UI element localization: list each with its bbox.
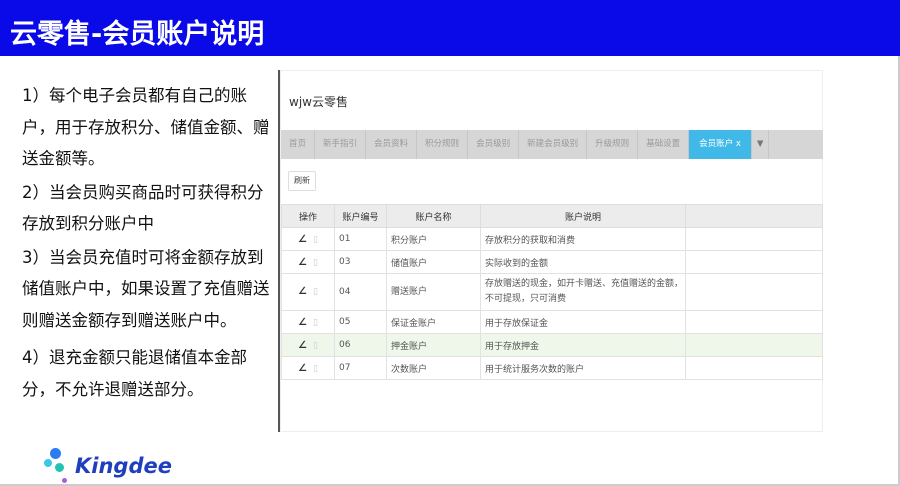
tab-upgrade-rules[interactable]: 升级规则 bbox=[587, 130, 639, 159]
account-code: 07 bbox=[334, 356, 387, 380]
table-row: ∠ ▯ 06 押金账户 用于存放押金 bbox=[281, 333, 823, 357]
account-name: 押金账户 bbox=[386, 333, 481, 357]
extra-cell bbox=[685, 227, 823, 251]
edit-icon[interactable]: ∠ bbox=[298, 317, 307, 328]
note-2: 2）当会员购买商品时可获得积分存放到积分账户中 bbox=[22, 182, 264, 234]
chevron-down-icon[interactable]: ▼ bbox=[752, 130, 770, 159]
account-desc: 用于存放押金 bbox=[480, 333, 686, 357]
edit-icon[interactable]: ∠ bbox=[298, 286, 307, 297]
account-name: 储值账户 bbox=[386, 250, 481, 274]
table-row: ∠ ▯ 07 次数账户 用于统计服务次数的账户 bbox=[281, 356, 823, 380]
account-desc: 用于存放保证金 bbox=[480, 310, 686, 334]
row-actions: ∠ ▯ bbox=[281, 333, 335, 357]
row-actions: ∠ ▯ bbox=[281, 227, 335, 251]
extra-cell bbox=[685, 333, 823, 357]
account-desc: 用于统计服务次数的账户 bbox=[480, 356, 686, 380]
col-actions: 操作 bbox=[281, 204, 335, 228]
row-actions: ∠ ▯ bbox=[281, 310, 335, 334]
edit-icon[interactable]: ∠ bbox=[298, 340, 307, 351]
tab-points-rules[interactable]: 积分规则 bbox=[417, 130, 469, 159]
app-title: wjw云零售 bbox=[289, 95, 348, 109]
refresh-button[interactable]: 刷新 bbox=[288, 171, 316, 191]
extra-cell bbox=[685, 310, 823, 334]
trash-icon[interactable]: ▯ bbox=[313, 364, 318, 374]
account-desc: 存放积分的获取和消费 bbox=[480, 227, 686, 251]
row-actions: ∠ ▯ bbox=[281, 273, 335, 311]
tab-bar: 首页 新手指引 会员资料 积分规则 会员级别 新建会员级别 升级规则 基础设置 … bbox=[281, 130, 823, 159]
tab-new-level[interactable]: 新建会员级别 bbox=[519, 130, 588, 159]
edit-icon[interactable]: ∠ bbox=[298, 257, 307, 268]
trash-icon[interactable]: ▯ bbox=[313, 318, 318, 328]
slide-title: 云零售-会员账户说明 bbox=[0, 0, 900, 56]
note-3: 3）当会员充值时可将金额存放到储值账户中，如果设置了充值赠送则赠送金额存到赠送账… bbox=[22, 247, 270, 330]
tab-basic-settings[interactable]: 基础设置 bbox=[638, 130, 690, 159]
account-code: 01 bbox=[334, 227, 387, 251]
row-actions: ∠ ▯ bbox=[281, 356, 335, 380]
extra-cell bbox=[685, 250, 823, 274]
account-desc: 存放赠送的现金，如开卡赠送、充值赠送的金额，不可提现，只可消费 bbox=[480, 273, 686, 311]
account-name: 赠送账户 bbox=[386, 273, 481, 311]
account-code: 03 bbox=[334, 250, 387, 274]
tab-member-info[interactable]: 会员资料 bbox=[366, 130, 418, 159]
trash-icon[interactable]: ▯ bbox=[313, 341, 318, 351]
col-desc: 账户说明 bbox=[480, 204, 686, 228]
extra-cell bbox=[685, 273, 823, 311]
notes: 1）每个电子会员都有自己的账户，用于存放积分、储值金额、赠送金额等。 2）当会员… bbox=[22, 80, 277, 407]
account-code: 05 bbox=[334, 310, 387, 334]
trash-icon[interactable]: ▯ bbox=[313, 258, 318, 268]
trash-icon[interactable]: ▯ bbox=[313, 235, 318, 245]
trash-icon[interactable]: ▯ bbox=[313, 287, 318, 297]
app-screenshot: wjw云零售 首页 新手指引 会员资料 积分规则 会员级别 新建会员级别 升级规… bbox=[280, 70, 823, 432]
tab-guide[interactable]: 新手指引 bbox=[315, 130, 367, 159]
extra-cell bbox=[685, 356, 823, 380]
edit-icon[interactable]: ∠ bbox=[298, 234, 307, 245]
accounts-table: 操作 账户编号 账户名称 账户说明 ∠ ▯ 01 积分账户 存放积分的获取和消费 … bbox=[281, 204, 823, 380]
table-row: ∠ ▯ 04 赠送账户 存放赠送的现金，如开卡赠送、充值赠送的金额，不可提现，只可… bbox=[281, 273, 823, 311]
col-code: 账户编号 bbox=[334, 204, 387, 228]
account-code: 04 bbox=[334, 273, 387, 311]
account-name: 保证金账户 bbox=[386, 310, 481, 334]
table-row: ∠ ▯ 01 积分账户 存放积分的获取和消费 bbox=[281, 227, 823, 251]
account-code: 06 bbox=[334, 333, 387, 357]
edit-icon[interactable]: ∠ bbox=[298, 363, 307, 374]
logo-text: Kingdee bbox=[75, 454, 172, 478]
col-name: 账户名称 bbox=[386, 204, 481, 228]
account-name: 积分账户 bbox=[386, 227, 481, 251]
account-desc: 实际收到的金额 bbox=[480, 250, 686, 274]
col-extra bbox=[685, 204, 823, 228]
tab-member-account[interactable]: 会员账户 x bbox=[689, 130, 752, 159]
note-1: 1）每个电子会员都有自己的账户，用于存放积分、储值金额、赠送金额等。 bbox=[22, 86, 270, 168]
row-actions: ∠ ▯ bbox=[281, 250, 335, 274]
tab-member-level[interactable]: 会员级别 bbox=[468, 130, 520, 159]
kingdee-logo: Kingdee bbox=[42, 446, 172, 486]
tab-home[interactable]: 首页 bbox=[281, 130, 316, 159]
account-name: 次数账户 bbox=[386, 356, 481, 380]
note-4: 4）退充金额只能退储值本金部分，不允许退赠送部分。 bbox=[22, 348, 247, 399]
table-row: ∠ ▯ 03 储值账户 实际收到的金额 bbox=[281, 250, 823, 274]
table-row: ∠ ▯ 05 保证金账户 用于存放保证金 bbox=[281, 310, 823, 334]
